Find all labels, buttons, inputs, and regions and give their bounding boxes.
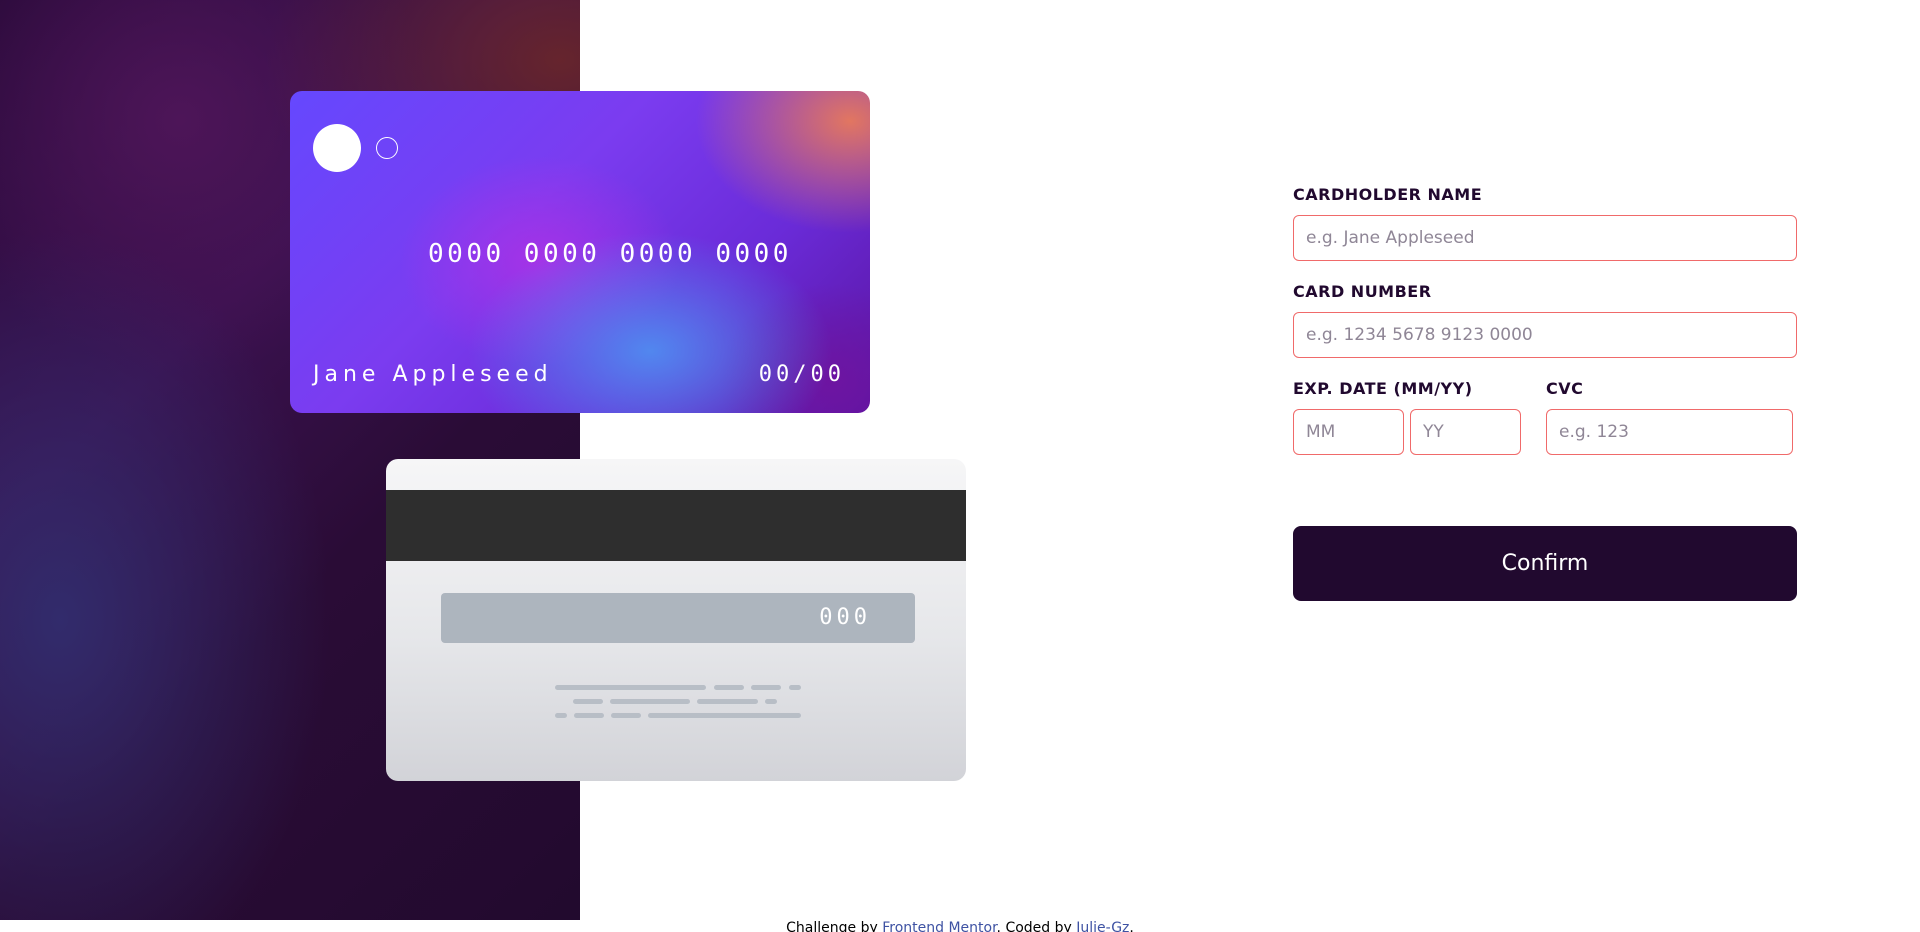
cardholder-group: CARDHOLDER NAME xyxy=(1293,185,1797,261)
card-number-display: 0000 0000 0000 0000 xyxy=(428,239,792,269)
cvc-label: CVC xyxy=(1546,379,1584,398)
expiry-label: EXP. DATE (MM/YY) xyxy=(1293,379,1473,398)
footer-middle: . Coded by xyxy=(996,920,1077,932)
card-fineprint xyxy=(386,459,966,781)
card-number-label: CARD NUMBER xyxy=(1293,282,1432,301)
frontend-mentor-link[interactable]: Frontend Mentor xyxy=(882,920,996,932)
card-back: 000 xyxy=(386,459,966,781)
footer-attribution: Challenge by Frontend Mentor. Coded by J… xyxy=(0,920,1920,932)
author-link[interactable]: Julie-Gz xyxy=(1076,920,1129,932)
cardholder-name-input[interactable] xyxy=(1293,215,1797,261)
card-front: 0000 0000 0000 0000 Jane Appleseed 00/00 xyxy=(290,91,870,413)
expiry-year-input[interactable] xyxy=(1410,409,1521,455)
card-logo-circle-outline xyxy=(376,137,398,159)
card-expiry-display: 00/00 xyxy=(758,362,845,387)
cvc-group: CVC xyxy=(1546,379,1793,455)
footer-prefix: Challenge by xyxy=(786,920,883,932)
expiry-cvc-row: EXP. DATE (MM/YY) CVC xyxy=(1293,379,1797,455)
expiry-month-input[interactable] xyxy=(1293,409,1404,455)
expiry-group: EXP. DATE (MM/YY) xyxy=(1293,379,1521,455)
card-number-input[interactable] xyxy=(1293,312,1797,358)
cardholder-label: CARDHOLDER NAME xyxy=(1293,185,1483,204)
card-logo-circle-filled xyxy=(313,124,361,172)
confirm-button[interactable]: Confirm xyxy=(1293,526,1797,601)
card-details-form: CARDHOLDER NAME CARD NUMBER EXP. DATE (M… xyxy=(1293,185,1797,601)
cvc-input[interactable] xyxy=(1546,409,1793,455)
cardholder-name-display: Jane Appleseed xyxy=(313,362,553,387)
card-number-group: CARD NUMBER xyxy=(1293,282,1797,358)
footer-suffix: . xyxy=(1129,920,1134,932)
